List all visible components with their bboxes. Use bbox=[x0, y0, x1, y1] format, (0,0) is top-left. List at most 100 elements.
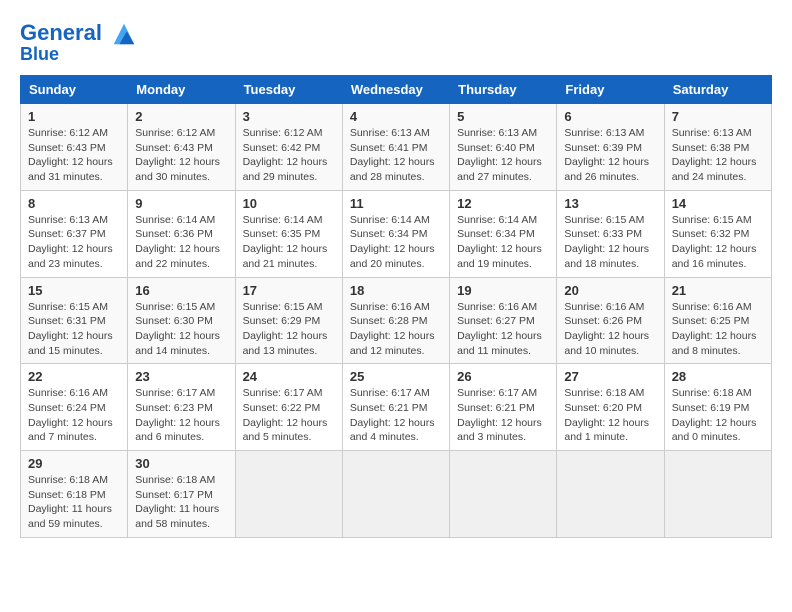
day-cell: 14 Sunrise: 6:15 AM Sunset: 6:32 PM Dayli… bbox=[664, 190, 771, 277]
day-info: Sunrise: 6:16 AM Sunset: 6:28 PM Dayligh… bbox=[350, 300, 442, 359]
day-info: Sunrise: 6:16 AM Sunset: 6:26 PM Dayligh… bbox=[564, 300, 656, 359]
day-cell: 13 Sunrise: 6:15 AM Sunset: 6:33 PM Dayli… bbox=[557, 190, 664, 277]
day-info: Sunrise: 6:12 AM Sunset: 6:42 PM Dayligh… bbox=[243, 126, 335, 185]
day-cell: 28 Sunrise: 6:18 AM Sunset: 6:19 PM Dayli… bbox=[664, 364, 771, 451]
day-info: Sunrise: 6:14 AM Sunset: 6:34 PM Dayligh… bbox=[457, 213, 549, 272]
day-cell: 20 Sunrise: 6:16 AM Sunset: 6:26 PM Dayli… bbox=[557, 277, 664, 364]
day-info: Sunrise: 6:15 AM Sunset: 6:33 PM Dayligh… bbox=[564, 213, 656, 272]
day-info: Sunrise: 6:15 AM Sunset: 6:29 PM Dayligh… bbox=[243, 300, 335, 359]
day-info: Sunrise: 6:13 AM Sunset: 6:37 PM Dayligh… bbox=[28, 213, 120, 272]
week-row-1: 1 Sunrise: 6:12 AM Sunset: 6:43 PM Daylig… bbox=[21, 104, 772, 191]
day-number: 26 bbox=[457, 369, 549, 384]
col-header-tuesday: Tuesday bbox=[235, 76, 342, 104]
day-cell: 1 Sunrise: 6:12 AM Sunset: 6:43 PM Daylig… bbox=[21, 104, 128, 191]
day-cell: 8 Sunrise: 6:13 AM Sunset: 6:37 PM Daylig… bbox=[21, 190, 128, 277]
day-number: 27 bbox=[564, 369, 656, 384]
day-cell bbox=[557, 451, 664, 538]
day-cell: 17 Sunrise: 6:15 AM Sunset: 6:29 PM Dayli… bbox=[235, 277, 342, 364]
day-cell: 24 Sunrise: 6:17 AM Sunset: 6:22 PM Dayli… bbox=[235, 364, 342, 451]
day-info: Sunrise: 6:15 AM Sunset: 6:30 PM Dayligh… bbox=[135, 300, 227, 359]
day-number: 25 bbox=[350, 369, 442, 384]
day-number: 11 bbox=[350, 196, 442, 211]
day-cell: 30 Sunrise: 6:18 AM Sunset: 6:17 PM Dayli… bbox=[128, 451, 235, 538]
week-row-4: 22Sunrise: 6:16 AM Sunset: 6:24 PM Dayli… bbox=[21, 364, 772, 451]
day-info: Sunrise: 6:18 AM Sunset: 6:18 PM Dayligh… bbox=[28, 473, 120, 532]
day-cell: 4 Sunrise: 6:13 AM Sunset: 6:41 PM Daylig… bbox=[342, 104, 449, 191]
day-number: 19 bbox=[457, 283, 549, 298]
col-header-wednesday: Wednesday bbox=[342, 76, 449, 104]
day-number: 14 bbox=[672, 196, 764, 211]
day-number: 28 bbox=[672, 369, 764, 384]
day-info: Sunrise: 6:14 AM Sunset: 6:35 PM Dayligh… bbox=[243, 213, 335, 272]
day-info: Sunrise: 6:18 AM Sunset: 6:17 PM Dayligh… bbox=[135, 473, 227, 532]
day-number: 15 bbox=[28, 283, 120, 298]
day-number: 13 bbox=[564, 196, 656, 211]
day-info: Sunrise: 6:13 AM Sunset: 6:40 PM Dayligh… bbox=[457, 126, 549, 185]
day-cell: 18 Sunrise: 6:16 AM Sunset: 6:28 PM Dayli… bbox=[342, 277, 449, 364]
day-info: Sunrise: 6:18 AM Sunset: 6:19 PM Dayligh… bbox=[672, 386, 764, 445]
day-number: 22 bbox=[28, 369, 120, 384]
day-info: Sunrise: 6:17 AM Sunset: 6:22 PM Dayligh… bbox=[243, 386, 335, 445]
day-info: Sunrise: 6:16 AM Sunset: 6:25 PM Dayligh… bbox=[672, 300, 764, 359]
day-number: 30 bbox=[135, 456, 227, 471]
day-info: Sunrise: 6:15 AM Sunset: 6:32 PM Dayligh… bbox=[672, 213, 764, 272]
day-number: 3 bbox=[243, 109, 335, 124]
day-cell: 27 Sunrise: 6:18 AM Sunset: 6:20 PM Dayli… bbox=[557, 364, 664, 451]
day-number: 17 bbox=[243, 283, 335, 298]
day-number: 12 bbox=[457, 196, 549, 211]
day-info: Sunrise: 6:13 AM Sunset: 6:39 PM Dayligh… bbox=[564, 126, 656, 185]
page-header: General Blue bbox=[20, 20, 772, 65]
day-info: Sunrise: 6:15 AM Sunset: 6:31 PM Dayligh… bbox=[28, 300, 120, 359]
day-number: 16 bbox=[135, 283, 227, 298]
day-info: Sunrise: 6:12 AM Sunset: 6:43 PM Dayligh… bbox=[28, 126, 120, 185]
day-cell: 9Sunrise: 6:14 AM Sunset: 6:36 PM Daylig… bbox=[128, 190, 235, 277]
day-info: Sunrise: 6:17 AM Sunset: 6:23 PM Dayligh… bbox=[135, 386, 227, 445]
day-number: 2 bbox=[135, 109, 227, 124]
day-number: 18 bbox=[350, 283, 442, 298]
day-number: 5 bbox=[457, 109, 549, 124]
day-cell: 15 Sunrise: 6:15 AM Sunset: 6:31 PM Dayli… bbox=[21, 277, 128, 364]
day-cell: 25 Sunrise: 6:17 AM Sunset: 6:21 PM Dayli… bbox=[342, 364, 449, 451]
col-header-saturday: Saturday bbox=[664, 76, 771, 104]
col-header-sunday: Sunday bbox=[21, 76, 128, 104]
day-cell bbox=[342, 451, 449, 538]
day-cell bbox=[664, 451, 771, 538]
col-header-thursday: Thursday bbox=[450, 76, 557, 104]
day-info: Sunrise: 6:13 AM Sunset: 6:38 PM Dayligh… bbox=[672, 126, 764, 185]
day-cell: 26 Sunrise: 6:17 AM Sunset: 6:21 PM Dayli… bbox=[450, 364, 557, 451]
day-cell: 12 Sunrise: 6:14 AM Sunset: 6:34 PM Dayli… bbox=[450, 190, 557, 277]
day-cell: 16 Sunrise: 6:15 AM Sunset: 6:30 PM Dayli… bbox=[128, 277, 235, 364]
day-cell: 19 Sunrise: 6:16 AM Sunset: 6:27 PM Dayli… bbox=[450, 277, 557, 364]
calendar-header-row: SundayMondayTuesdayWednesdayThursdayFrid… bbox=[21, 76, 772, 104]
day-number: 20 bbox=[564, 283, 656, 298]
day-number: 4 bbox=[350, 109, 442, 124]
day-info: Sunrise: 6:12 AM Sunset: 6:43 PM Dayligh… bbox=[135, 126, 227, 185]
day-cell: 2 Sunrise: 6:12 AM Sunset: 6:43 PM Daylig… bbox=[128, 104, 235, 191]
day-cell: 5 Sunrise: 6:13 AM Sunset: 6:40 PM Daylig… bbox=[450, 104, 557, 191]
day-cell: 6Sunrise: 6:13 AM Sunset: 6:39 PM Daylig… bbox=[557, 104, 664, 191]
day-number: 23 bbox=[135, 369, 227, 384]
day-number: 29 bbox=[28, 456, 120, 471]
day-info: Sunrise: 6:13 AM Sunset: 6:41 PM Dayligh… bbox=[350, 126, 442, 185]
day-cell: 22Sunrise: 6:16 AM Sunset: 6:24 PM Dayli… bbox=[21, 364, 128, 451]
day-cell: 7 Sunrise: 6:13 AM Sunset: 6:38 PM Daylig… bbox=[664, 104, 771, 191]
week-row-5: 29 Sunrise: 6:18 AM Sunset: 6:18 PM Dayli… bbox=[21, 451, 772, 538]
day-info: Sunrise: 6:16 AM Sunset: 6:27 PM Dayligh… bbox=[457, 300, 549, 359]
day-info: Sunrise: 6:18 AM Sunset: 6:20 PM Dayligh… bbox=[564, 386, 656, 445]
day-number: 24 bbox=[243, 369, 335, 384]
day-number: 8 bbox=[28, 196, 120, 211]
day-number: 1 bbox=[28, 109, 120, 124]
day-cell bbox=[235, 451, 342, 538]
day-info: Sunrise: 6:17 AM Sunset: 6:21 PM Dayligh… bbox=[457, 386, 549, 445]
day-number: 7 bbox=[672, 109, 764, 124]
day-cell: 11 Sunrise: 6:14 AM Sunset: 6:34 PM Dayli… bbox=[342, 190, 449, 277]
col-header-friday: Friday bbox=[557, 76, 664, 104]
day-info: Sunrise: 6:17 AM Sunset: 6:21 PM Dayligh… bbox=[350, 386, 442, 445]
day-info: Sunrise: 6:14 AM Sunset: 6:34 PM Dayligh… bbox=[350, 213, 442, 272]
logo: General Blue bbox=[20, 20, 138, 65]
calendar-table: SundayMondayTuesdayWednesdayThursdayFrid… bbox=[20, 75, 772, 538]
week-row-2: 8 Sunrise: 6:13 AM Sunset: 6:37 PM Daylig… bbox=[21, 190, 772, 277]
day-number: 9 bbox=[135, 196, 227, 211]
day-number: 10 bbox=[243, 196, 335, 211]
day-cell: 3 Sunrise: 6:12 AM Sunset: 6:42 PM Daylig… bbox=[235, 104, 342, 191]
